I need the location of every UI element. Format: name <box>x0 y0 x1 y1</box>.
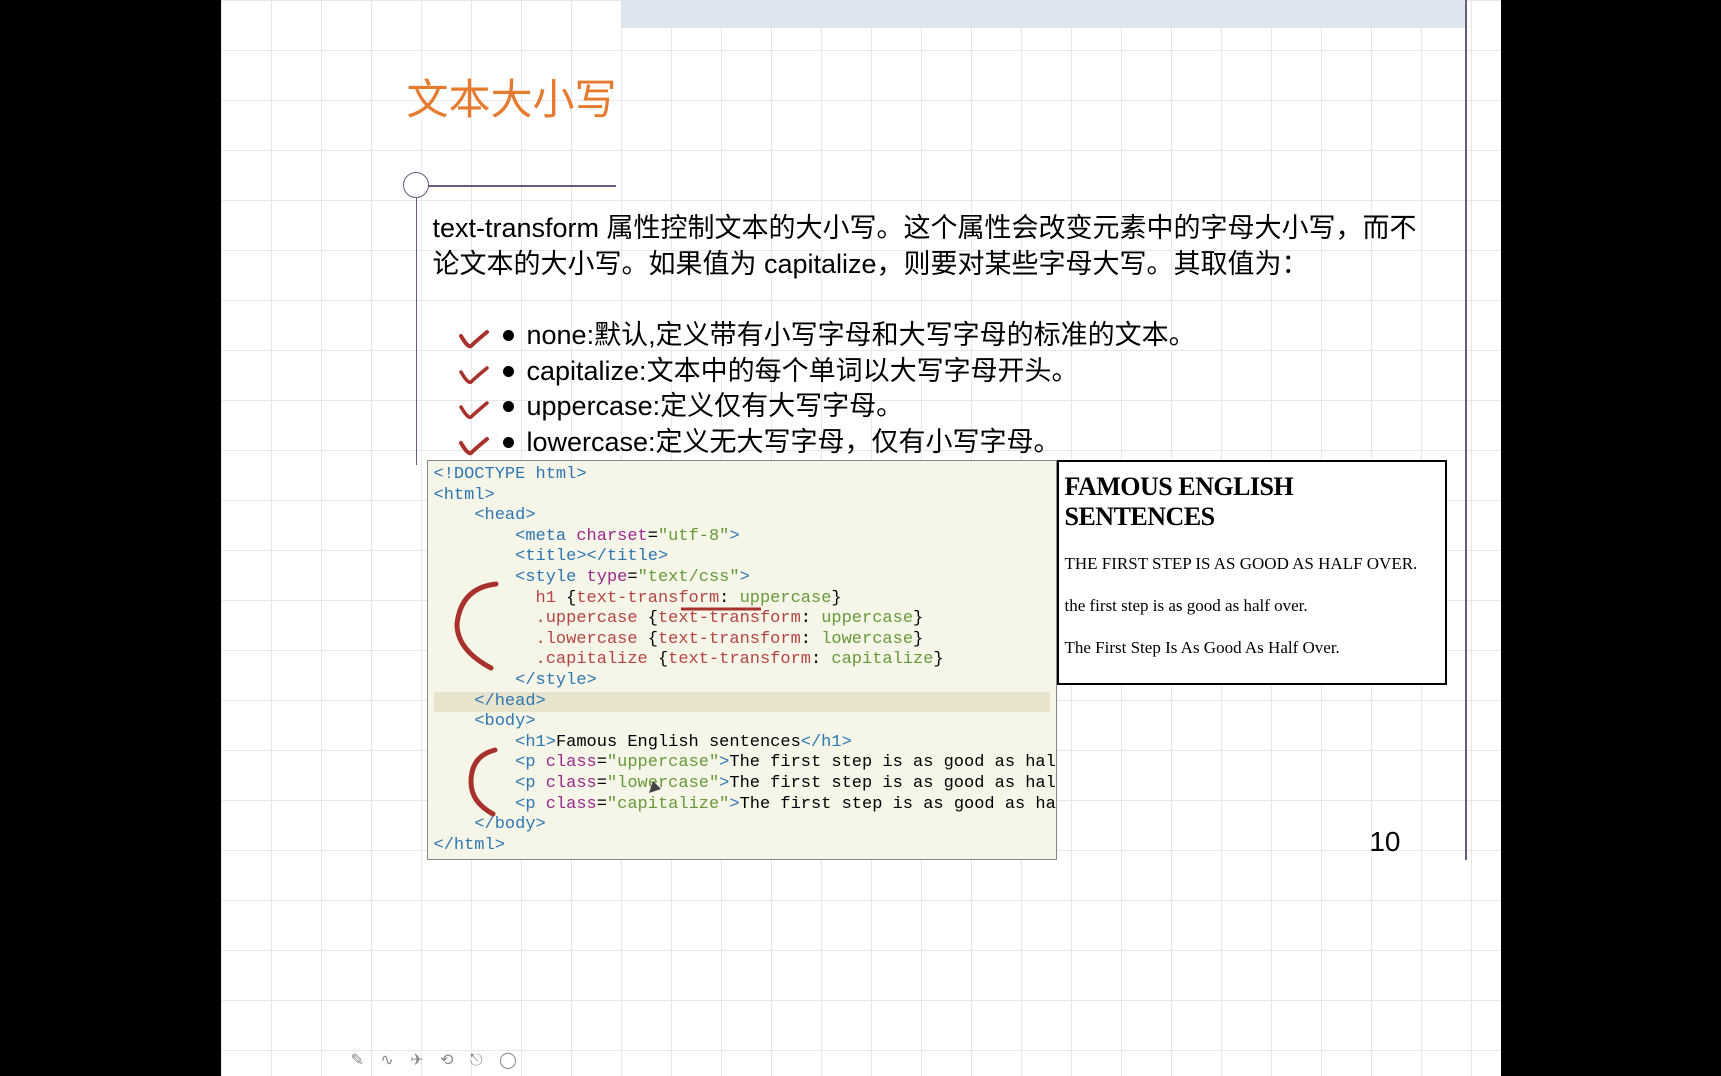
bullet-label: uppercase:定义仅有大写字母。 <box>527 391 904 421</box>
output-line-1: THE FIRST STEP IS AS GOOD AS HALF OVER. <box>1065 554 1439 574</box>
bullet-item: none:默认,定义带有小写字母和大写字母的标准的文本。 <box>465 318 1425 354</box>
output-heading: FAMOUS ENGLISH SENTENCES <box>1065 472 1439 532</box>
bullet-label: none:默认,定义带有小写字母和大写字母的标准的文本。 <box>527 320 1196 350</box>
slide-page: 文本大小写 text-transform 属性控制文本的大小写。这个属性会改变元… <box>221 0 1501 1076</box>
output-line-2: the first step is as good as half over. <box>1065 596 1439 616</box>
description-text: text-transform 属性控制文本的大小写。这个属性会改变元素中的字母大… <box>433 210 1443 283</box>
bullet-item: uppercase:定义仅有大写字母。 <box>465 389 1425 425</box>
right-decor-line <box>1465 0 1467 860</box>
bullet-item: lowercase:定义无大写字母，仅有小写字母。 <box>465 425 1425 461</box>
page-number: 10 <box>1369 826 1400 858</box>
output-line-3: The First Step Is As Good As Half Over. <box>1065 638 1439 658</box>
bullet-label: capitalize:文本中的每个单词以大写字母开头。 <box>527 356 1079 386</box>
code-editor: <!DOCTYPE html> <html> <head> <meta char… <box>427 460 1057 860</box>
bullet-item: capitalize:文本中的每个单词以大写字母开头。 <box>465 354 1425 390</box>
decor-vline <box>416 185 418 465</box>
decor-hline <box>416 185 616 187</box>
top-decor-band <box>621 0 1465 28</box>
slide-title: 文本大小写 <box>407 66 617 127</box>
checkmark-icon <box>459 395 491 419</box>
bullet-label: lowercase:定义无大写字母，仅有小写字母。 <box>527 427 1061 457</box>
bullet-list: none:默认,定义带有小写字母和大写字母的标准的文本。 capitalize:… <box>465 318 1425 461</box>
presenter-tool-icons: ✎ ∿ ✈ ⟲ ⎋ ◯ <box>351 1050 523 1070</box>
checkmark-icon <box>459 431 491 455</box>
checkmark-icon <box>459 324 491 348</box>
decor-corner-circle <box>403 172 429 198</box>
checkmark-icon <box>459 360 491 384</box>
browser-output: FAMOUS ENGLISH SENTENCES THE FIRST STEP … <box>1057 460 1447 685</box>
